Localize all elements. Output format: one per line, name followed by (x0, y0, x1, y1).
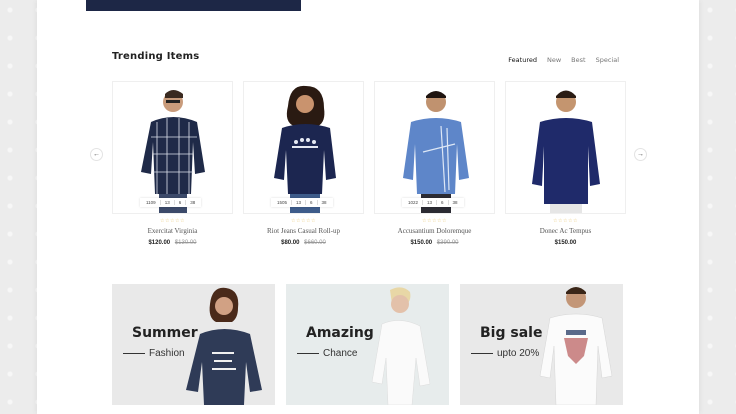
banner-amazing-chance[interactable]: Amazing Chance (286, 284, 449, 405)
rating-stars: ☆☆☆☆☆ (553, 218, 578, 224)
countdown-hours: 13 (292, 200, 307, 205)
banner-model-image (460, 284, 623, 405)
product-price: $150.00 (410, 240, 433, 246)
section-title: Trending Items (112, 51, 200, 62)
banner-title: Big sale (480, 325, 543, 341)
decorative-line (297, 353, 319, 354)
countdown-minutes: 6 (306, 200, 318, 205)
banner-title: Summer (132, 325, 198, 341)
price-row: $120.00 $130.00 (112, 240, 233, 246)
filter-tabs: Featured New Best Special (508, 56, 619, 64)
countdown-seconds: 38 (452, 200, 458, 205)
product-image[interactable]: 1022 13 6 38 (374, 81, 495, 214)
tab-best[interactable]: Best (571, 56, 585, 64)
product-price: $120.00 (148, 240, 171, 246)
product-name[interactable]: Riot Jeans Casual Roll-up (243, 227, 364, 235)
rating-stars: ☆☆☆☆☆ (422, 218, 447, 224)
product-card[interactable]: 1505 13 6 38 ☆☆☆☆☆ Riot Jeans Casual Rol… (243, 81, 364, 246)
product-price: $80.00 (281, 240, 300, 246)
decorative-line (471, 353, 493, 354)
product-card[interactable]: 1022 13 6 38 ☆☆☆☆☆ Accusantium Doloremqu… (374, 81, 495, 246)
tab-special[interactable]: Special (596, 56, 619, 64)
countdown-hours: 13 (161, 200, 175, 205)
price-row: $150.00 $390.00 (374, 240, 495, 246)
countdown-seconds: 38 (321, 200, 327, 205)
product-image[interactable]: 1505 13 6 38 (243, 81, 364, 214)
product-name[interactable]: Exercitat Virginia (112, 227, 233, 235)
arrow-left-icon: ← (93, 151, 100, 158)
rating-stars: ☆☆☆☆☆ (160, 218, 185, 224)
banner-subtitle-row: Fashion (123, 348, 185, 359)
countdown-minutes: 6 (175, 200, 187, 205)
carousel-next-button[interactable]: → (634, 148, 647, 161)
model-blue-tee-image (375, 82, 494, 213)
product-image[interactable]: 1109 13 6 38 (112, 81, 233, 214)
banner-big-sale[interactable]: Big sale upto 20% (460, 284, 623, 405)
product-name[interactable]: Accusantium Doloremque (374, 227, 495, 235)
banner-model-image (112, 284, 275, 405)
decorative-line (123, 353, 145, 354)
product-carousel: 1109 13 6 38 ☆☆☆☆☆ Exercitat Virginia $1… (112, 81, 626, 246)
countdown-days: 1505 (273, 200, 293, 205)
model-checked-shirt-image (113, 82, 232, 213)
model-navy-longsleeve-image (506, 82, 625, 213)
arrow-right-icon: → (637, 151, 644, 158)
tab-featured[interactable]: Featured (508, 56, 537, 64)
tab-new[interactable]: New (547, 56, 561, 64)
countdown-timer: 1505 13 6 38 (271, 198, 333, 207)
product-price: $150.00 (554, 240, 577, 246)
product-name[interactable]: Donec Ac Tempus (505, 227, 626, 235)
model-navy-top-image (244, 82, 363, 213)
banner-summer-fashion[interactable]: Summer Fashion (112, 284, 275, 405)
product-card[interactable]: ☆☆☆☆☆ Donec Ac Tempus $150.00 (505, 81, 626, 246)
countdown-hours: 13 (423, 200, 438, 205)
price-row: $80.00 $660.00 (243, 240, 364, 246)
banner-subtitle-row: upto 20% (471, 348, 539, 359)
countdown-days: 1109 (142, 200, 161, 205)
top-navy-bar (86, 0, 301, 11)
price-row: $150.00 (505, 240, 626, 246)
banner-subtitle: Fashion (149, 348, 185, 359)
product-card[interactable]: 1109 13 6 38 ☆☆☆☆☆ Exercitat Virginia $1… (112, 81, 233, 246)
countdown-days: 1022 (404, 200, 424, 205)
product-old-price: $390.00 (436, 240, 459, 246)
product-old-price: $660.00 (304, 240, 326, 246)
product-old-price: $130.00 (174, 240, 197, 246)
banner-model-image (286, 284, 449, 405)
banner-subtitle: upto 20% (497, 348, 540, 359)
banner-subtitle: Chance (323, 348, 358, 359)
banner-title: Amazing (306, 325, 374, 341)
countdown-minutes: 6 (437, 200, 449, 205)
promo-banners: Summer Fashion Amazing Chance Big sale u… (112, 284, 623, 405)
page-container: Trending Items Featured New Best Special… (37, 0, 699, 414)
banner-subtitle-row: Chance (297, 348, 357, 359)
product-image[interactable] (505, 81, 626, 214)
countdown-timer: 1022 13 6 38 (402, 198, 464, 207)
rating-stars: ☆☆☆☆☆ (291, 218, 316, 224)
countdown-timer: 1109 13 6 38 (140, 198, 202, 207)
countdown-seconds: 38 (190, 200, 196, 205)
carousel-prev-button[interactable]: ← (90, 148, 103, 161)
